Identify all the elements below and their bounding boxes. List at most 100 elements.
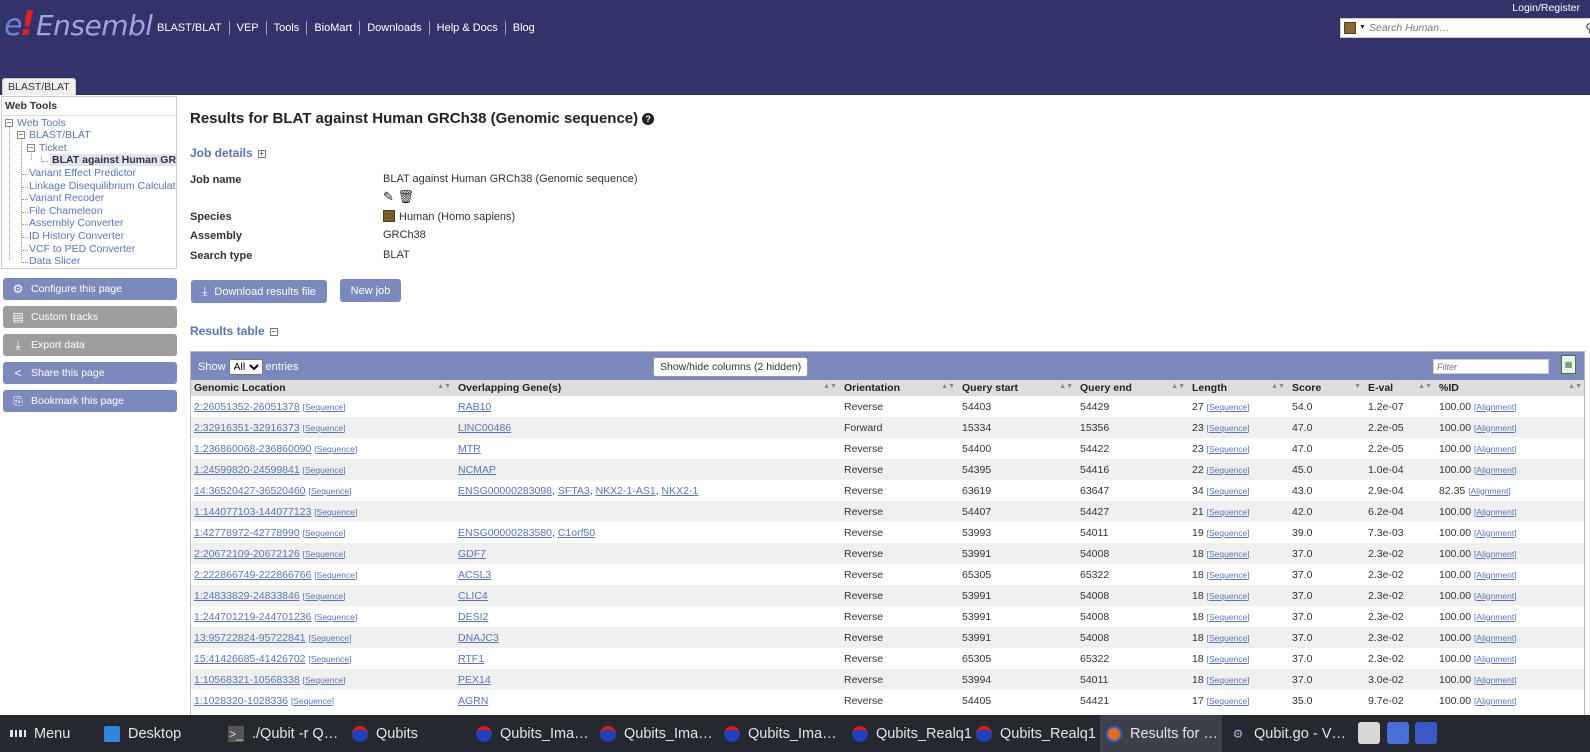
- gene-link[interactable]: NKX2-1-AS1: [596, 485, 656, 497]
- species-avatar-icon[interactable]: [1344, 22, 1356, 34]
- gene-link[interactable]: RAB10: [458, 401, 491, 413]
- col-query-end[interactable]: Query end ▲▼: [1077, 380, 1189, 396]
- alignment-link[interactable]: [Alignment]: [1474, 549, 1517, 559]
- collapse-icon[interactable]: −: [17, 131, 25, 139]
- tree-item-blast-blat[interactable]: BLAST/BLAT: [29, 129, 91, 141]
- edit-icon[interactable]: ✎: [383, 189, 394, 204]
- tree-item-web-tools[interactable]: Web Tools: [17, 117, 66, 129]
- new-job-button[interactable]: New job: [340, 279, 401, 302]
- gene-link[interactable]: AGRN: [458, 695, 488, 707]
- nav-blog[interactable]: Blog: [506, 21, 542, 35]
- col-length[interactable]: Length ▲▼: [1189, 380, 1289, 396]
- page-length-select[interactable]: All: [228, 359, 263, 375]
- sequence-link[interactable]: [Sequence]: [314, 507, 357, 517]
- results-table-toggle[interactable]: Results table −: [190, 324, 278, 338]
- col-pct-id[interactable]: %ID ▲▼: [1436, 380, 1584, 396]
- tray-app-icon[interactable]: [1358, 722, 1380, 744]
- sequence-link[interactable]: [Sequence]: [303, 675, 346, 685]
- location-link[interactable]: 2:26051352-26051378: [194, 401, 300, 413]
- sequence-link[interactable]: [Sequence]: [308, 654, 351, 664]
- alignment-link[interactable]: [Alignment]: [1474, 612, 1517, 622]
- sequence-link[interactable]: [Sequence]: [1207, 423, 1250, 433]
- chevron-down-icon[interactable]: ▼: [1359, 24, 1366, 31]
- job-details-toggle[interactable]: Job details +: [190, 146, 266, 160]
- nav-blast-blat[interactable]: BLAST/BLAT: [150, 21, 230, 35]
- taskbar-firefox[interactable]: Results for …: [1100, 715, 1222, 752]
- sequence-link[interactable]: [Sequence]: [1207, 570, 1250, 580]
- location-link[interactable]: 2:222866749-222866766: [194, 569, 311, 581]
- sequence-link[interactable]: [Sequence]: [1207, 444, 1250, 454]
- gene-link[interactable]: NCMAP: [458, 464, 496, 476]
- search-input[interactable]: [1369, 21, 1569, 35]
- alignment-link[interactable]: [Alignment]: [1474, 633, 1517, 643]
- gene-link[interactable]: RTF1: [458, 653, 484, 665]
- sequence-link[interactable]: [Sequence]: [1207, 528, 1250, 538]
- sequence-link[interactable]: [Sequence]: [314, 612, 357, 622]
- location-link[interactable]: 1:42778972-42778990: [194, 527, 300, 539]
- custom-tracks-button[interactable]: ▤ Custom tracks: [3, 306, 177, 328]
- gene-link[interactable]: ACSL3: [458, 569, 491, 581]
- tree-item-data-slicer[interactable]: Data Slicer: [29, 255, 80, 267]
- location-link[interactable]: 1:1028320-1028336: [194, 695, 288, 707]
- gene-link[interactable]: ENSG00000283098: [458, 485, 552, 497]
- col-eval[interactable]: E-val ▲▼: [1365, 380, 1436, 396]
- sequence-link[interactable]: [Sequence]: [303, 423, 346, 433]
- sequence-link[interactable]: [Sequence]: [1207, 696, 1250, 706]
- alignment-link[interactable]: [Alignment]: [1474, 591, 1517, 601]
- location-link[interactable]: 1:236860068-236860090: [194, 443, 311, 455]
- gene-link[interactable]: GDF7: [458, 548, 486, 560]
- col-overlapping-genes[interactable]: Overlapping Gene(s) ▲▼: [455, 380, 841, 396]
- sequence-link[interactable]: [Sequence]: [303, 591, 346, 601]
- sequence-link[interactable]: [Sequence]: [314, 570, 357, 580]
- alignment-link[interactable]: [Alignment]: [1474, 675, 1517, 685]
- taskbar-qubits-ima-2[interactable]: Qubits_Ima…: [600, 715, 715, 752]
- sequence-link[interactable]: [Sequence]: [1207, 612, 1250, 622]
- location-link[interactable]: 2:20672109-20672126: [194, 548, 300, 560]
- sequence-link[interactable]: [Sequence]: [314, 444, 357, 454]
- nav-downloads[interactable]: Downloads: [360, 21, 430, 35]
- gene-link[interactable]: DESI2: [458, 611, 488, 623]
- sequence-link[interactable]: [Sequence]: [303, 465, 346, 475]
- tree-item-vep[interactable]: Variant Effect Predictor: [29, 167, 136, 179]
- tree-item-variant-recoder[interactable]: Variant Recoder: [29, 192, 104, 204]
- tree-item-id-history[interactable]: ID History Converter: [29, 230, 124, 242]
- location-link[interactable]: 1:24833829-24833846: [194, 590, 300, 602]
- gene-link[interactable]: NKX2-1: [662, 485, 699, 497]
- taskbar-qubits[interactable]: Qubits: [352, 715, 464, 752]
- col-score[interactable]: Score ▼: [1289, 380, 1365, 396]
- sequence-link[interactable]: [Sequence]: [1207, 507, 1250, 517]
- location-link[interactable]: 2:32916351-32916373: [194, 422, 300, 434]
- configure-page-button[interactable]: ⚙ Configure this page: [3, 278, 177, 300]
- tree-item-ticket[interactable]: Ticket: [39, 142, 67, 154]
- location-link[interactable]: 14:36520427-36520460: [194, 485, 306, 497]
- sequence-link[interactable]: [Sequence]: [303, 528, 346, 538]
- tree-item-blat-job[interactable]: BLAT against Human GRCh38: [50, 154, 176, 166]
- tab-blast-blat[interactable]: BLAST/BLAT: [2, 78, 76, 95]
- sequence-link[interactable]: [Sequence]: [291, 696, 334, 706]
- alignment-link[interactable]: [Alignment]: [1474, 570, 1517, 580]
- tray-app-icon[interactable]: [1387, 722, 1409, 744]
- taskbar-qubits-realq1-1[interactable]: Qubits_Realq1: [852, 715, 974, 752]
- help-icon[interactable]: ?: [642, 113, 655, 125]
- trash-icon[interactable]: 🗑: [398, 189, 415, 204]
- download-results-button[interactable]: ⤓ Download results file: [191, 280, 327, 303]
- location-link[interactable]: 15:41426685-41426702: [194, 653, 306, 665]
- gene-link[interactable]: CLIC4: [458, 590, 488, 602]
- alignment-link[interactable]: [Alignment]: [1474, 696, 1517, 706]
- spreadsheet-export-icon[interactable]: ▦: [1561, 355, 1576, 374]
- taskbar-qubits-ima-3[interactable]: Qubits_Ima…: [724, 715, 844, 752]
- gene-link[interactable]: ENSG00000283580: [458, 527, 552, 539]
- sequence-link[interactable]: [Sequence]: [1207, 591, 1250, 601]
- tray-app-icon[interactable]: [1415, 722, 1437, 744]
- nav-vep[interactable]: VEP: [230, 21, 267, 35]
- sequence-link[interactable]: [Sequence]: [1207, 675, 1250, 685]
- alignment-link[interactable]: [Alignment]: [1474, 507, 1517, 517]
- taskbar-terminal[interactable]: >_ ./Qubit -r Q…: [228, 715, 343, 752]
- ensembl-logo[interactable]: e! Ensembl: [4, 4, 153, 44]
- location-link[interactable]: 1:10568321-10568338: [194, 674, 300, 686]
- tree-item-file-chameleon[interactable]: File Chameleon: [29, 205, 103, 217]
- gene-link[interactable]: PEX14: [458, 674, 491, 686]
- nav-help-docs[interactable]: Help & Docs: [430, 21, 506, 35]
- gene-link[interactable]: C1orf50: [558, 527, 595, 539]
- alignment-link[interactable]: [Alignment]: [1474, 444, 1517, 454]
